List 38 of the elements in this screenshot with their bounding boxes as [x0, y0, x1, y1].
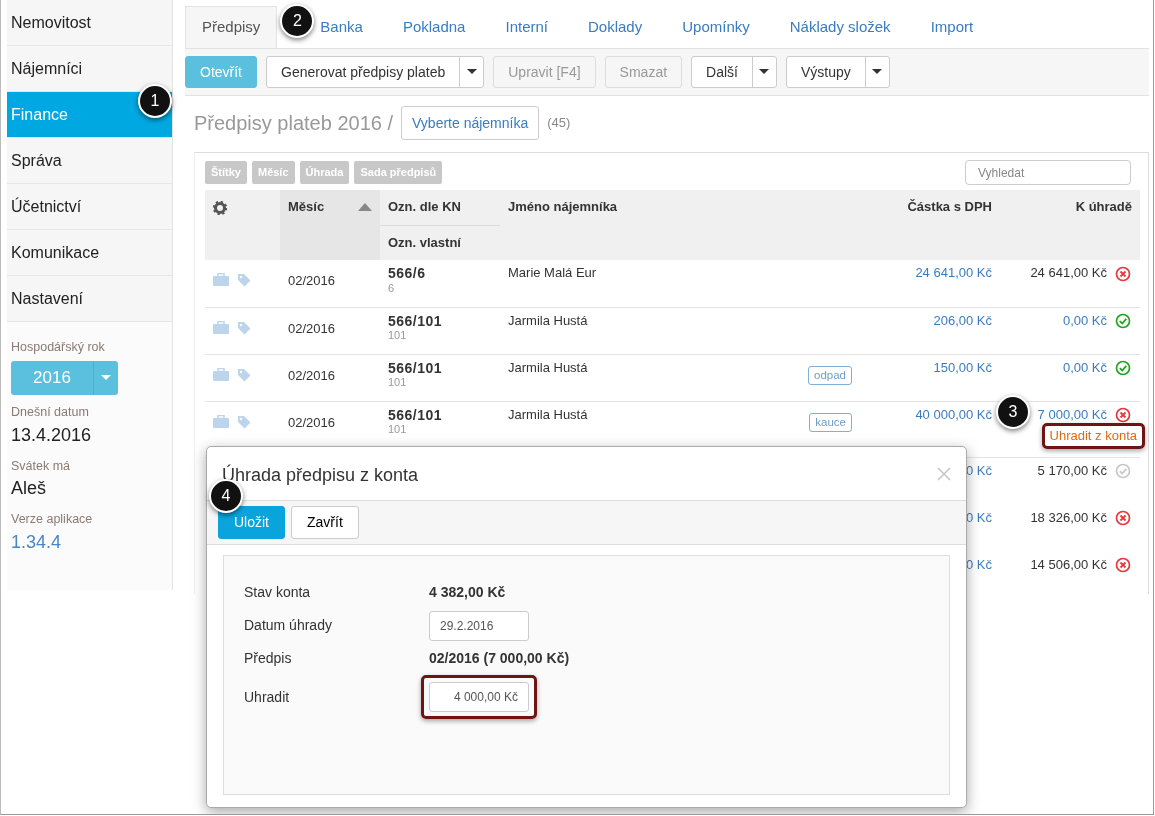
field-value: Aleš	[11, 477, 47, 501]
field-label: Uhradit	[244, 687, 291, 707]
field-label: Hospodářský rok	[11, 339, 106, 356]
table-cell-text: 566/101	[388, 406, 444, 424]
callout-tooltip: 2	[280, 4, 315, 38]
table-cell: 14 506,00 Kč	[1030, 556, 1107, 572]
table-cell-text: 6	[388, 281, 396, 295]
field-value: 4 382,00 Kč	[429, 583, 506, 602]
page-title: Předpisy plateb 2016 /	[194, 111, 394, 136]
field-label: Předpis	[244, 649, 293, 668]
table-cell-text: 566/101	[388, 312, 444, 330]
table-cell-text: 566/101	[388, 359, 444, 377]
table-cell: 18 326,00 Kč	[1030, 509, 1107, 525]
callout-tooltip: 3	[996, 395, 1030, 429]
table-cell: 5 170,00 Kč	[1037, 462, 1107, 478]
table-cell-text: 02/2016	[288, 272, 336, 289]
table-cell: Jarmila Hustá	[508, 359, 588, 376]
table-cell-text: 101	[388, 376, 408, 390]
table-cell-text: 02/2016	[288, 366, 336, 384]
record-count: (45)	[547, 114, 571, 133]
field-label: Stav konta	[244, 583, 312, 602]
tag-label: kauce	[809, 412, 852, 433]
table-cell-text: 566/6	[388, 265, 427, 282]
field-label: Svátek má	[11, 457, 72, 475]
tag-label: odpad	[808, 365, 852, 386]
table-cell: Jarmila Hustá	[508, 312, 588, 329]
table-cell-text: 101	[388, 423, 408, 437]
field-label: Verze aplikace	[11, 511, 94, 529]
field-value: 02/2016 (7 000,00 Kč)	[429, 649, 570, 668]
field-label: Dnešní datum	[11, 403, 90, 421]
table-cell: Marie Malá Eur	[508, 265, 597, 281]
table-cell-text: 02/2016	[288, 319, 336, 337]
table-cell: 24 641,00 Kč	[1030, 265, 1107, 280]
field-value: 13.4.2016	[11, 423, 93, 447]
field-label: Datum úhrady	[244, 616, 333, 635]
table-cell-text: 02/2016	[288, 413, 336, 431]
table-cell-text: 101	[388, 329, 408, 343]
table-cell: Jarmila Hustá	[508, 406, 588, 423]
